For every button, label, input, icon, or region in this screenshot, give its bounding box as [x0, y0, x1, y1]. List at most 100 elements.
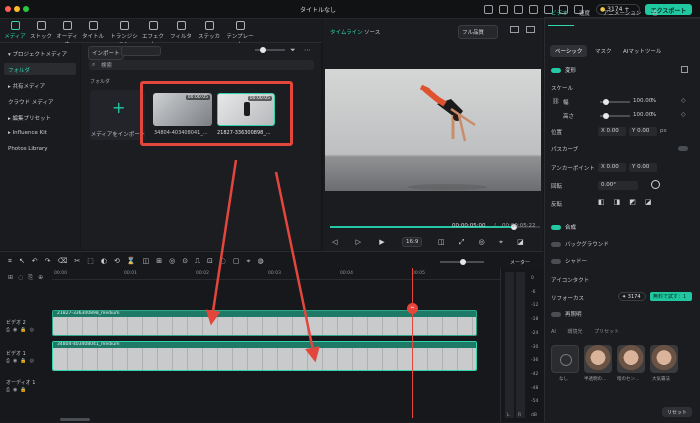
upload-icon[interactable]: [499, 5, 508, 14]
snapshot-icon[interactable]: [510, 26, 519, 33]
scale-width-value[interactable]: 100.00: [633, 98, 652, 104]
tab-speed[interactable]: 速度: [579, 9, 590, 17]
preview-tools-icons[interactable]: ◫ ⤢ ◎ ⌖ ◪: [438, 238, 530, 247]
rotate-dial-icon[interactable]: [651, 180, 660, 189]
effects-icon: [148, 21, 158, 30]
track-controls[interactable]: ⎙◉🔒◎: [6, 327, 37, 333]
relight-preset-1[interactable]: [584, 345, 612, 373]
sticker-icon: [204, 21, 214, 30]
transform-heading: 変形: [565, 68, 577, 74]
media-icon: [10, 21, 20, 30]
background-toggle[interactable]: [551, 242, 561, 247]
meter-right: [516, 272, 525, 418]
sidebar-item-folder[interactable]: フォルダ: [4, 63, 76, 75]
timeline-toolbar[interactable]: ⌗↖↶↷⌫✂⬚◐⟲⌛◫⊞◎⊙⎍⊡◌▢⌖◍: [8, 257, 271, 266]
minimize-window-button[interactable]: [14, 6, 20, 12]
track-add-icons[interactable]: ⊞◌⎘⊕: [8, 274, 48, 282]
account-icon[interactable]: [484, 5, 493, 14]
relight-toggle[interactable]: [551, 312, 561, 317]
tick-label: 00:02: [196, 271, 209, 276]
timeline-zoom-slider[interactable]: [440, 259, 484, 265]
track-controls[interactable]: ⎙◉🔒: [6, 387, 30, 393]
keyframe-icon[interactable]: ◇: [681, 97, 686, 104]
import-button[interactable]: インポート: [88, 46, 124, 60]
shadow-toggle[interactable]: [551, 259, 561, 264]
relight-preset-2[interactable]: [617, 345, 645, 373]
anchor-y-field[interactable]: Y 0.00: [629, 163, 657, 172]
scale-width-slider[interactable]: [600, 99, 630, 105]
reset-icon[interactable]: [681, 66, 688, 73]
tab-media[interactable]: メディア: [2, 21, 28, 40]
audio-meter: 0 -6 -12 -18 -24 -30 -36 -42 -48 -54 dB L R: [500, 268, 543, 422]
maximize-window-button[interactable]: [23, 6, 29, 12]
path-curve-toggle[interactable]: [678, 146, 688, 151]
help-icon[interactable]: [514, 5, 523, 14]
layout-icon[interactable]: [529, 5, 538, 14]
rotate-field[interactable]: 0.00°: [598, 181, 638, 190]
meter-label: メーター: [510, 260, 531, 266]
preset-name: なし: [559, 377, 568, 382]
scale-height-slider[interactable]: [600, 113, 630, 119]
relight-preset-3[interactable]: [650, 345, 678, 373]
background-heading: バックグラウンド: [565, 242, 609, 248]
flip-buttons[interactable]: ◧◨◩◪: [598, 198, 660, 206]
quality-select[interactable]: フル品質: [458, 25, 498, 39]
playhead-handle[interactable]: ✂: [407, 303, 418, 314]
playhead[interactable]: [412, 268, 413, 418]
track-label-video1: ビデオ 1: [6, 351, 26, 357]
relight-none-option[interactable]: [551, 345, 579, 373]
link-icon[interactable]: ⛓: [552, 98, 560, 105]
transform-toggle[interactable]: [551, 68, 561, 73]
sidebar-item-shared-media[interactable]: ▸ 共有メディア: [4, 79, 76, 91]
ai-credits: ✦ 3174: [618, 292, 646, 301]
thumbnail-size-slider[interactable]: [255, 47, 285, 53]
aspect-ratio-select[interactable]: 16:9: [402, 237, 423, 247]
tab-timeline-preview[interactable]: タイムライン: [330, 28, 363, 36]
track-label-video2: ビデオ 2: [6, 320, 26, 326]
height-label: 高さ: [563, 114, 575, 120]
tab-source-preview[interactable]: ソース: [364, 28, 380, 36]
media-filter-controls[interactable]: [121, 46, 161, 56]
percent-unit: %: [651, 98, 657, 104]
more-icon[interactable]: ⋯: [304, 46, 311, 54]
flip-label: 反転: [551, 202, 563, 208]
composite-toggle[interactable]: [551, 225, 561, 230]
filter-icon[interactable]: ⏷: [290, 46, 296, 55]
subtab-mask[interactable]: マスク: [590, 45, 617, 57]
window-title: タイトルなし: [300, 7, 337, 14]
preset-name: 暗のセン...: [617, 377, 640, 382]
position-x-field[interactable]: X 0.00: [598, 127, 626, 136]
sidebar-item-project-media[interactable]: ▾ プロジェクトメディア: [4, 47, 76, 59]
video-preview: [325, 69, 541, 191]
tab-stock[interactable]: ストック: [28, 21, 54, 40]
search-icon: ⌕: [92, 61, 96, 68]
timeline-scrollbar[interactable]: [60, 418, 90, 421]
sidebar-item-presets[interactable]: ▸ 編集プリセット: [4, 111, 76, 123]
sidebar-item-cloud-media[interactable]: クラウド メディア: [4, 95, 76, 107]
sidebar-item-photos-library[interactable]: Photos Library: [4, 143, 76, 155]
scale-height-value[interactable]: 100.00: [633, 112, 652, 118]
tab-video-props[interactable]: ビデオ: [551, 9, 568, 17]
path-curve-label: パスカーブ: [551, 147, 579, 153]
track-controls[interactable]: ⎙◉🔒◎: [6, 358, 37, 364]
subtab-ai-matte[interactable]: AIマットツール: [618, 45, 666, 57]
close-window-button[interactable]: [5, 6, 11, 12]
search-input[interactable]: 検索: [89, 60, 314, 70]
image-icon[interactable]: [526, 26, 535, 33]
anchor-x-field[interactable]: X 0.00: [598, 163, 626, 172]
keyframe-icon[interactable]: ◇: [681, 111, 686, 118]
relight-mode-tabs[interactable]: AI 環境光 プリセット: [551, 328, 619, 335]
tab-animation[interactable]: アニメーション: [603, 9, 641, 17]
subtab-basic[interactable]: ベーシック: [550, 45, 588, 57]
rotate-label: 回転: [551, 184, 563, 190]
text-icon: [88, 21, 98, 30]
position-y-field[interactable]: Y 0.00: [629, 127, 657, 136]
timeline-clip-video1[interactable]: 34804-403408041_medium: [52, 341, 477, 371]
tab-titles[interactable]: タイトル: [80, 21, 106, 40]
tab-color[interactable]: 色: [652, 9, 658, 17]
music-note-icon: [62, 21, 72, 30]
sidebar-item-influence-kit[interactable]: ▸ Influence Kit: [4, 127, 76, 139]
reset-button[interactable]: リセット: [662, 407, 692, 417]
try-free-button[interactable]: 無料で試す：1: [650, 292, 692, 301]
preset-name: 大気霧法: [652, 377, 670, 382]
